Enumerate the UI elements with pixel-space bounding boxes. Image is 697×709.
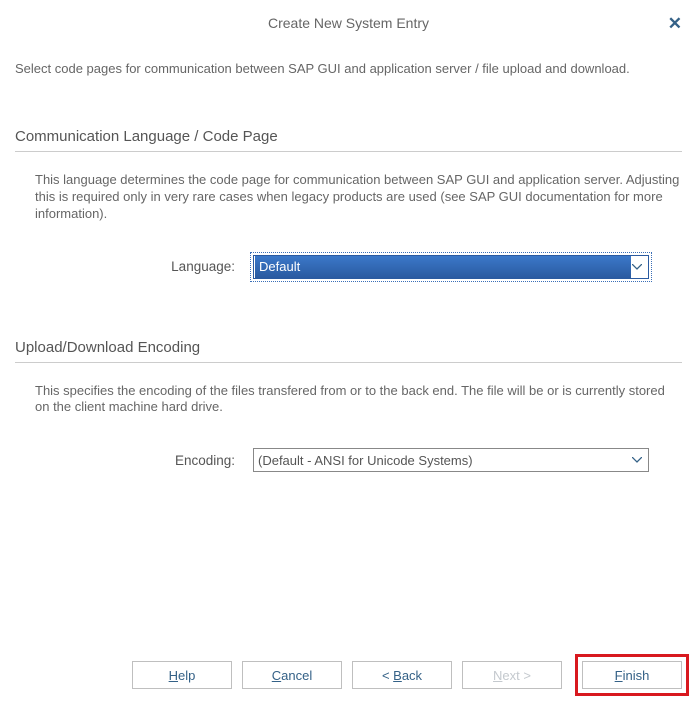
section-encoding-desc: This specifies the encoding of the files… bbox=[15, 383, 682, 417]
dialog-title: Create New System Entry bbox=[268, 15, 429, 31]
language-select-value: Default bbox=[255, 256, 631, 278]
back-button[interactable]: < Back bbox=[352, 661, 452, 689]
language-label: Language: bbox=[35, 259, 253, 274]
help-button[interactable]: Help bbox=[132, 661, 232, 689]
cancel-button[interactable]: Cancel bbox=[242, 661, 342, 689]
chevron-down-icon bbox=[632, 264, 642, 270]
section-language-header: Communication Language / Code Page bbox=[15, 128, 682, 152]
encoding-select-value: (Default - ANSI for Unicode Systems) bbox=[258, 453, 473, 468]
close-icon[interactable]: ✕ bbox=[668, 15, 682, 32]
section-language-desc: This language determines the code page f… bbox=[15, 172, 682, 223]
encoding-select[interactable]: (Default - ANSI for Unicode Systems) bbox=[253, 448, 649, 472]
finish-highlight: Finish bbox=[575, 654, 689, 696]
button-bar: Help Cancel < Back Next > Finish bbox=[15, 651, 682, 709]
section-encoding-header: Upload/Download Encoding bbox=[15, 339, 682, 363]
finish-button[interactable]: Finish bbox=[582, 661, 682, 689]
next-button: Next > bbox=[462, 661, 562, 689]
dialog-intro: Select code pages for communication betw… bbox=[15, 61, 682, 78]
language-select[interactable]: Default bbox=[253, 255, 649, 279]
chevron-down-icon bbox=[632, 457, 642, 463]
section-encoding: Upload/Download Encoding This specifies … bbox=[15, 339, 682, 473]
encoding-label: Encoding: bbox=[35, 453, 253, 468]
section-language: Communication Language / Code Page This … bbox=[15, 128, 682, 279]
